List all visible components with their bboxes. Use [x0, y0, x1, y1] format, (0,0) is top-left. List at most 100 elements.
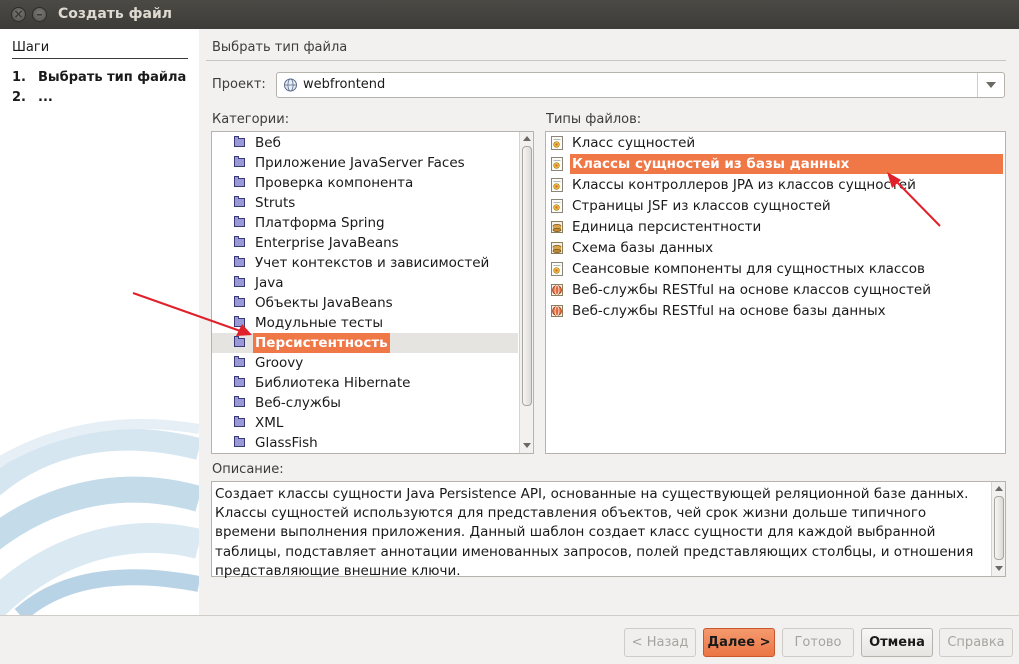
description-scrollbar[interactable] — [991, 482, 1005, 576]
category-label: Java — [255, 275, 284, 291]
file-type-item[interactable]: Сеансовые компоненты для сущностных клас… — [546, 259, 1005, 279]
chevron-down-icon — [986, 82, 996, 88]
category-label: GlassFish — [255, 435, 318, 451]
category-label: Groovy — [255, 355, 304, 371]
folder-icon — [234, 396, 245, 407]
scroll-down-icon[interactable] — [523, 443, 531, 448]
category-item[interactable]: Groovy — [212, 353, 518, 373]
folder-icon — [234, 256, 245, 267]
categories-list[interactable]: Веб Приложение JavaServer Faces Проверка к… — [211, 131, 534, 454]
entity-class-icon — [550, 136, 564, 150]
steps-heading: Шаги — [12, 40, 50, 55]
section-title: Выбрать тип файла — [212, 40, 348, 55]
category-item[interactable]: Struts — [212, 193, 518, 213]
section-divider — [206, 60, 1006, 61]
jsf-page-icon — [550, 199, 564, 213]
file-type-item[interactable]: Схема базы данных — [546, 238, 1005, 258]
category-label: Персистентность — [253, 333, 390, 353]
file-type-label: Единица персистентности — [572, 219, 762, 235]
description-box: Создает классы сущности Java Persistence… — [211, 481, 1006, 579]
persistence-unit-icon — [550, 220, 564, 234]
category-label: Веб — [255, 135, 281, 151]
category-label: Веб-службы — [255, 395, 341, 411]
category-item[interactable]: Библиотека Hibernate — [212, 373, 518, 393]
bottom-divider — [0, 615, 1019, 616]
folder-icon — [234, 356, 245, 367]
folder-icon — [234, 176, 245, 187]
folder-icon — [234, 276, 245, 287]
file-type-item[interactable]: Страницы JSF из классов сущностей — [546, 196, 1005, 216]
folder-icon — [234, 416, 245, 427]
category-item[interactable]: Учет контекстов и зависимостей — [212, 253, 518, 273]
finish-button[interactable]: Готово — [782, 628, 854, 657]
folder-icon — [234, 216, 245, 227]
minimize-icon: – — [36, 7, 43, 21]
category-label: Библиотека Hibernate — [255, 375, 411, 391]
minimize-window-button[interactable]: – — [32, 7, 47, 22]
category-item[interactable]: Enterprise JavaBeans — [212, 233, 518, 253]
help-button[interactable]: Справка — [939, 628, 1013, 657]
categories-scroll-thumb[interactable] — [522, 146, 532, 406]
window-title: Создать файл — [58, 6, 173, 22]
file-type-item[interactable]: Классы контроллеров JPA из классов сущно… — [546, 175, 1005, 195]
file-type-label: Класс сущностей — [572, 135, 696, 151]
rest-service-icon — [550, 283, 564, 297]
category-label: Приложение JavaServer Faces — [255, 155, 465, 171]
file-type-item[interactable]: Веб-службы RESTful на основе базы данных — [546, 301, 1005, 321]
file-type-item[interactable]: Класс сущностей — [546, 133, 1005, 153]
category-item[interactable]: Java — [212, 273, 518, 293]
steps-panel: Шаги 1. Выбрать тип файла 2.... — [0, 29, 199, 615]
next-button[interactable]: Далее > — [703, 628, 775, 657]
category-item[interactable]: Модульные тесты — [212, 313, 518, 333]
category-item[interactable]: Платформа Spring — [212, 213, 518, 233]
file-type-item[interactable]: Единица персистентности — [546, 217, 1005, 237]
category-label: Учет контекстов и зависимостей — [255, 255, 490, 271]
cancel-button[interactable]: Отмена — [861, 628, 933, 657]
folder-icon — [234, 376, 245, 387]
folder-icon — [234, 236, 245, 247]
scroll-up-icon[interactable] — [523, 136, 531, 141]
category-item[interactable]: GlassFish — [212, 433, 518, 453]
project-dropdown-button[interactable] — [977, 73, 1004, 97]
folder-icon — [234, 136, 245, 147]
file-types-list[interactable]: Класс сущностей Классы сущностей из базы … — [545, 131, 1006, 454]
category-item[interactable]: Проверка компонента — [212, 173, 518, 193]
category-item[interactable]: Приложение JavaServer Faces — [212, 153, 518, 173]
category-label: Struts — [255, 195, 296, 211]
file-type-label: Классы сущностей из базы данных — [570, 154, 1003, 174]
project-combo[interactable]: webfrontend — [276, 72, 1005, 98]
rest-service-icon — [550, 304, 564, 318]
category-item[interactable]: Персистентность — [212, 333, 518, 353]
categories-scrollbar[interactable] — [519, 132, 533, 453]
scroll-down-icon[interactable] — [995, 566, 1003, 571]
decorative-swoosh-art — [0, 418, 199, 615]
steps-divider — [12, 58, 188, 59]
title-bar: × – Создать файл — [0, 0, 1019, 29]
back-button[interactable]: < Назад — [624, 628, 696, 657]
close-window-button[interactable]: × — [11, 7, 26, 22]
category-label: XML — [255, 415, 284, 431]
file-type-label: Страницы JSF из классов сущностей — [572, 198, 831, 214]
session-bean-icon — [550, 262, 564, 276]
file-type-item[interactable]: Веб-службы RESTful на основе классов сущ… — [546, 280, 1005, 300]
description-scroll-thumb[interactable] — [994, 496, 1004, 560]
category-item[interactable]: Веб-службы — [212, 393, 518, 413]
category-item[interactable]: Веб — [212, 133, 518, 153]
file-type-item[interactable]: Классы сущностей из базы данных — [546, 154, 1005, 174]
file-type-label: Схема базы данных — [572, 240, 714, 256]
category-item[interactable]: XML — [212, 413, 518, 433]
category-item[interactable]: Объекты JavaBeans — [212, 293, 518, 313]
close-icon: × — [13, 7, 24, 21]
category-label: Объекты JavaBeans — [255, 295, 393, 311]
category-label: Модульные тесты — [255, 315, 384, 331]
scroll-up-icon[interactable] — [995, 486, 1003, 491]
database-schema-icon — [550, 241, 564, 255]
file-types-label: Типы файлов: — [546, 112, 642, 127]
controller-class-icon — [550, 178, 564, 192]
project-label: Проект: — [212, 77, 266, 92]
category-label: Enterprise JavaBeans — [255, 235, 399, 251]
categories-label: Категории: — [212, 112, 290, 127]
folder-icon — [234, 196, 245, 207]
folder-icon — [234, 436, 245, 447]
folder-icon — [234, 336, 245, 347]
